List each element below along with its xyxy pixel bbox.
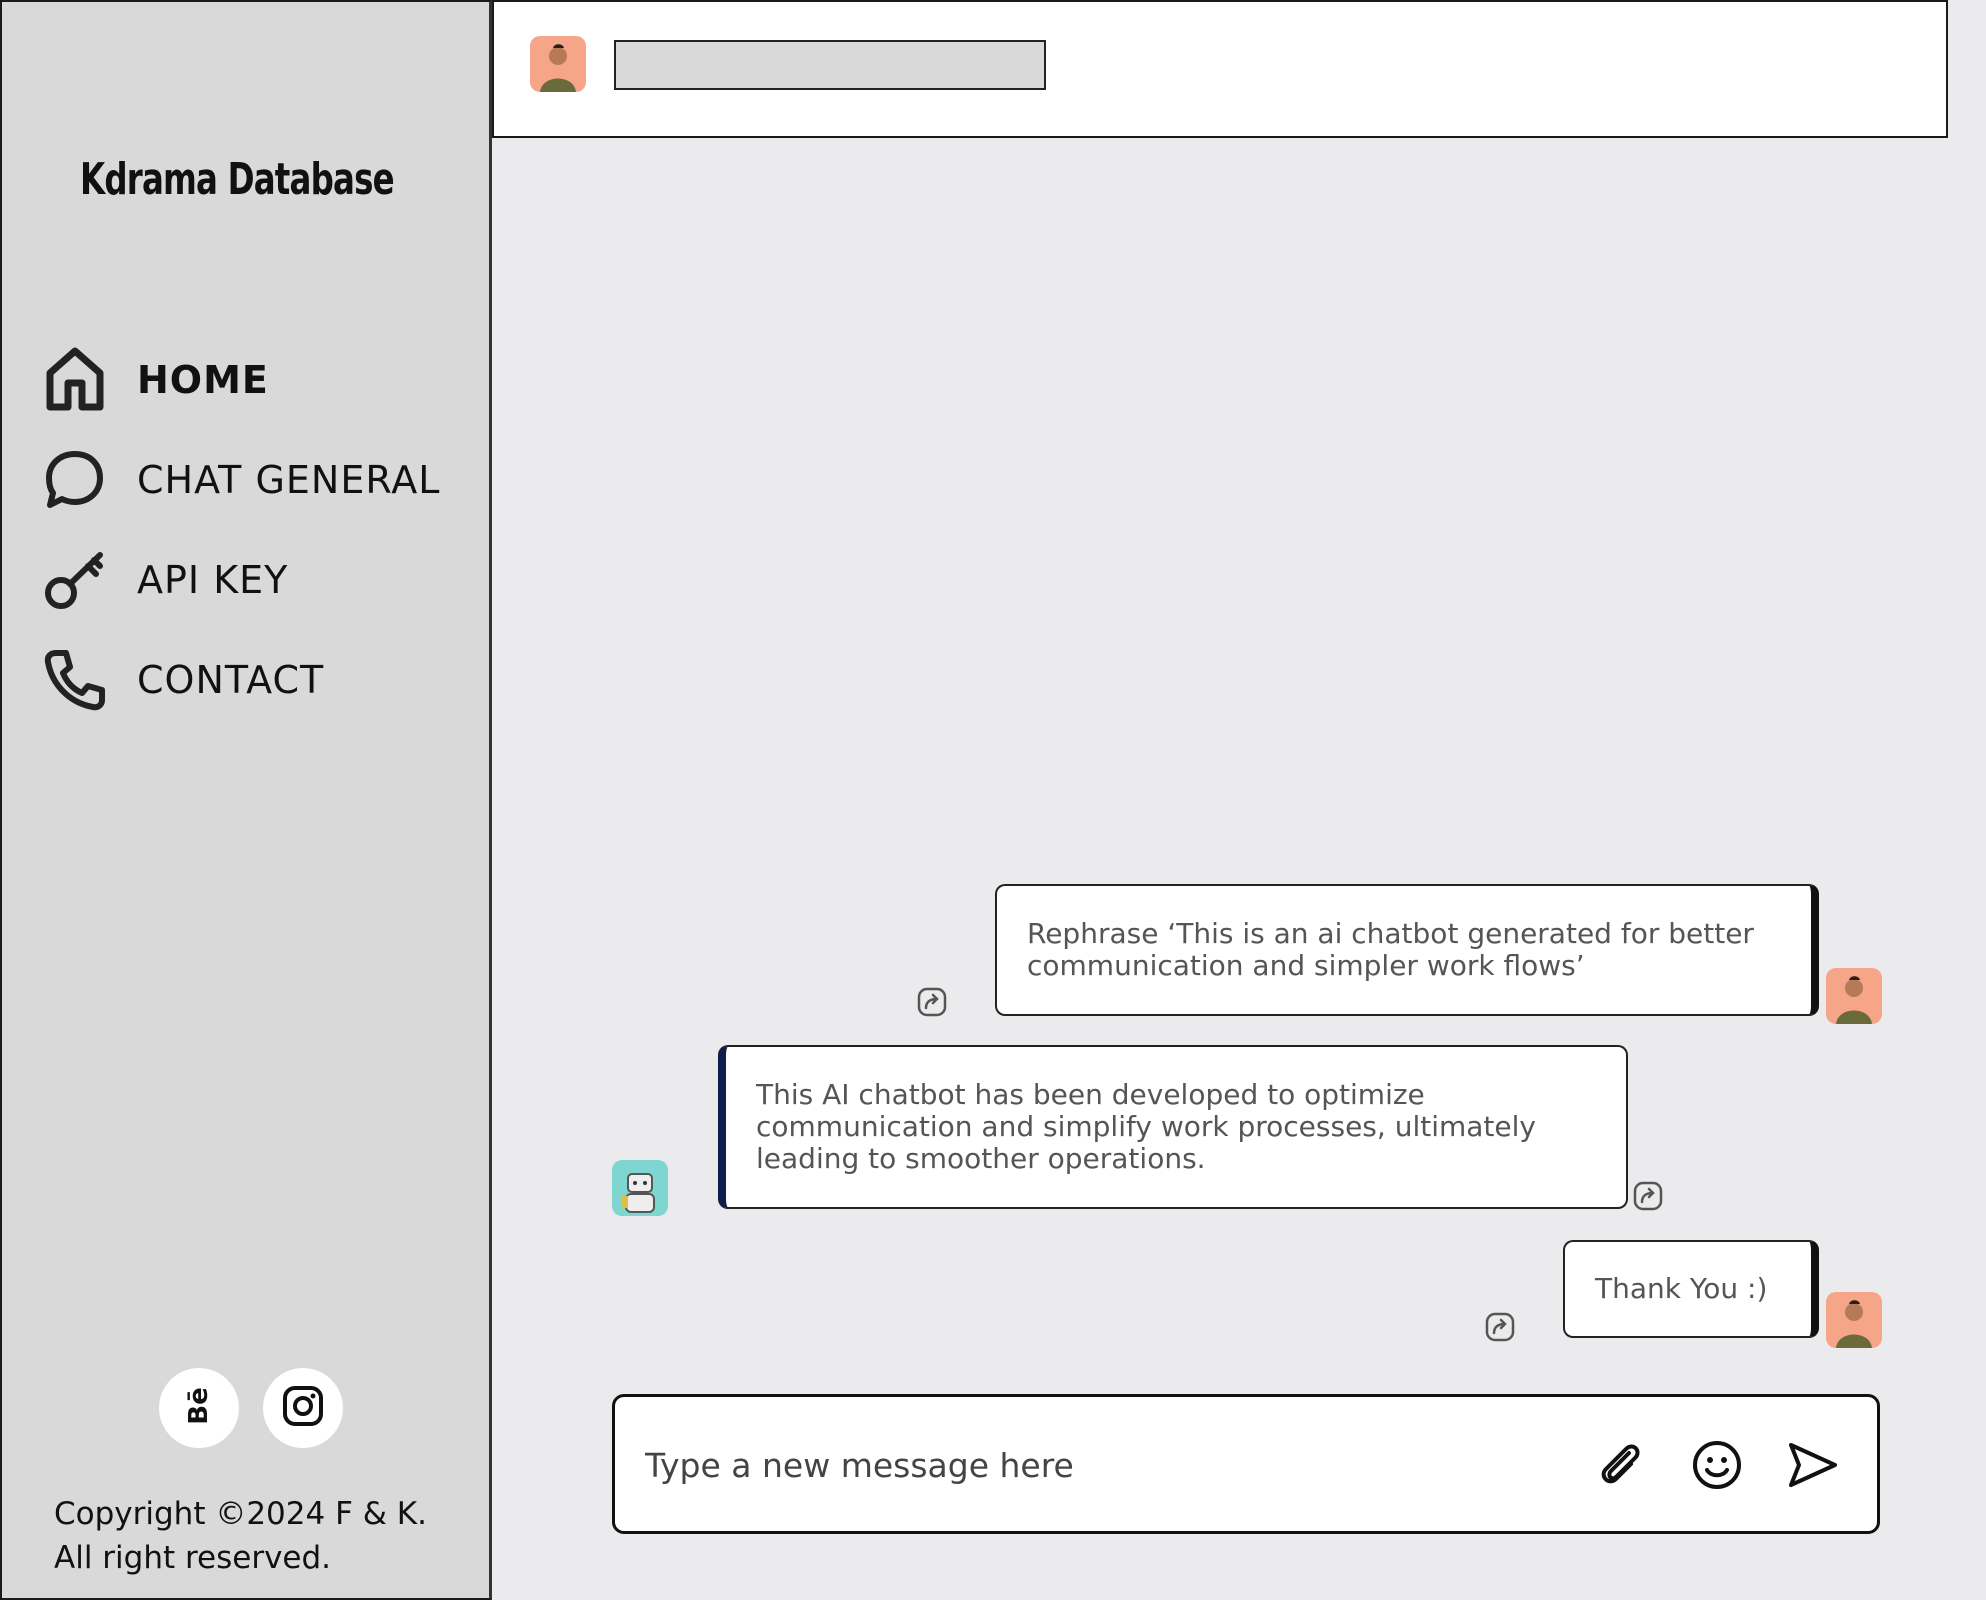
chat-header [492,0,1948,138]
share-icon[interactable] [1484,1311,1516,1343]
chat-bubble-icon [40,445,110,515]
behance-link[interactable]: Bē [159,1368,239,1448]
user-avatar [1826,968,1882,1024]
instagram-icon [281,1384,325,1433]
message-text: This AI chatbot has been developed to op… [756,1078,1536,1175]
user-avatar [1826,1292,1882,1348]
behance-icon: Bē [177,1384,221,1433]
sidebar: Kdrama Database HOME CHAT GENERAL API KE… [0,0,492,1600]
nav-label-chat-general: CHAT GENERAL [137,458,441,502]
message-composer [612,1394,1880,1534]
nav-label-home: HOME [137,358,269,402]
nav-label-api-key: API KEY [137,558,289,602]
svg-text:Bē: Bē [184,1387,214,1424]
message-user: Thank You :) [1563,1240,1819,1338]
message-text: Thank You :) [1595,1272,1768,1305]
nav-item-chat-general[interactable]: CHAT GENERAL [40,440,460,520]
key-icon [40,545,110,615]
bot-avatar [612,1160,668,1216]
message-input[interactable] [645,1435,1545,1495]
user-avatar[interactable] [530,36,586,92]
message-bot: This AI chatbot has been developed to op… [718,1045,1628,1209]
nav-item-api-key[interactable]: API KEY [40,540,460,620]
nav-label-contact: CONTACT [137,658,325,702]
paperclip-icon[interactable] [1591,1435,1651,1495]
home-icon [40,345,110,415]
copyright-text: Copyright ©2024 F & K. All right reserve… [54,1496,427,1576]
instagram-link[interactable] [263,1368,343,1448]
nav-item-contact[interactable]: CONTACT [40,640,460,720]
message-user: Rephrase ‘This is an ai chatbot generate… [995,884,1819,1016]
phone-icon [40,645,110,715]
smiley-icon[interactable] [1687,1435,1747,1495]
brand-title: Kdrama Database [80,154,395,205]
share-icon[interactable] [1632,1180,1664,1212]
nav-item-home[interactable]: HOME [40,340,460,420]
share-icon[interactable] [916,986,948,1018]
chat-title-field[interactable] [614,40,1046,90]
send-icon[interactable] [1783,1435,1843,1495]
message-text: Rephrase ‘This is an ai chatbot generate… [1027,917,1754,982]
